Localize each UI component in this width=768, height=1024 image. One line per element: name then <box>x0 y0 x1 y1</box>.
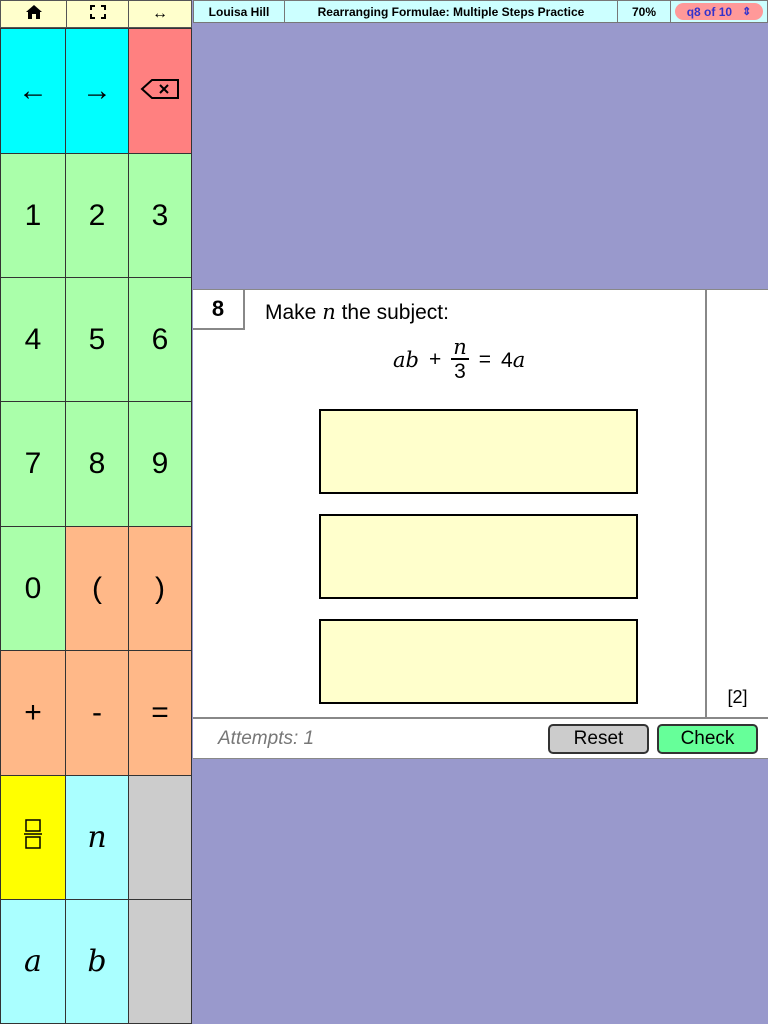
resize-arrows-icon: ↔ <box>152 5 168 22</box>
right-arrow-icon: → <box>82 74 112 107</box>
marks-column: [2] <box>705 290 768 718</box>
equation-lhs: ab <box>393 348 419 372</box>
key-9[interactable]: 9 <box>128 401 192 527</box>
key-5[interactable]: 5 <box>65 277 129 402</box>
student-name: Louisa Hill <box>193 0 285 23</box>
minus-key[interactable]: - <box>65 650 129 776</box>
question-selector[interactable]: q8 of 10 ⇕ <box>675 3 763 20</box>
answer-box-3[interactable] <box>319 619 638 704</box>
up-down-chevron-icon: ⇕ <box>742 6 752 18</box>
question-number: 8 <box>193 290 245 330</box>
backspace-key[interactable] <box>128 28 192 154</box>
rhs-variable: a <box>512 347 526 372</box>
fraction-key[interactable] <box>0 775 66 900</box>
plus-key[interactable]: + <box>0 650 66 776</box>
prompt-variable: n <box>322 300 336 324</box>
backspace-icon <box>140 74 180 108</box>
left-arrow-key[interactable]: ← <box>0 28 66 154</box>
left-arrow-icon: ← <box>18 74 48 107</box>
equation-equals: = <box>478 348 492 371</box>
right-arrow-key[interactable]: → <box>65 28 129 154</box>
equation-rhs: 4a <box>501 348 525 373</box>
key-6[interactable]: 6 <box>128 277 192 402</box>
answer-box-1[interactable] <box>319 409 638 494</box>
home-icon <box>25 4 43 25</box>
fraction-icon <box>24 817 42 859</box>
reset-button[interactable]: Reset <box>548 724 649 754</box>
question-selector-label: q8 of 10 <box>686 4 733 19</box>
equation-plus: + <box>428 348 442 371</box>
check-button[interactable]: Check <box>657 724 758 754</box>
variable-a-key[interactable]: a <box>0 899 66 1024</box>
question-panel: 8 Make n the subject: ab + n 3 = 4a [2] <box>193 289 768 719</box>
fullscreen-button[interactable] <box>66 0 129 28</box>
key-8[interactable]: 8 <box>65 401 129 527</box>
open-paren-key[interactable]: ( <box>65 526 129 651</box>
score-badge: 70% <box>617 0 671 23</box>
marks-label: [2] <box>727 687 748 707</box>
key-3[interactable]: 3 <box>128 153 192 278</box>
key-1[interactable]: 1 <box>0 153 66 278</box>
key-4[interactable]: 4 <box>0 277 66 402</box>
prompt-after: the subject: <box>341 301 449 324</box>
equation-fraction: n 3 <box>451 336 469 384</box>
resize-button[interactable]: ↔ <box>128 0 192 28</box>
fraction-denominator: 3 <box>454 360 466 383</box>
question-footer: Attempts: 1 Reset Check <box>193 719 768 759</box>
question-prompt: Make n the subject: <box>265 300 449 325</box>
home-button[interactable] <box>0 0 67 28</box>
variable-n-key[interactable]: n <box>65 775 129 900</box>
fraction-numerator: n <box>451 335 469 360</box>
activity-title: Rearranging Formulae: Multiple Steps Pra… <box>284 0 618 23</box>
prompt-before: Make <box>265 301 317 324</box>
key-0[interactable]: 0 <box>0 526 66 651</box>
fullscreen-icon <box>89 4 106 24</box>
answer-box-2[interactable] <box>319 514 638 599</box>
variable-b-key[interactable]: b <box>65 899 129 1024</box>
key-2[interactable]: 2 <box>65 153 129 278</box>
key-7[interactable]: 7 <box>0 401 66 527</box>
close-paren-key[interactable]: ) <box>128 526 192 651</box>
blank-key <box>128 775 192 900</box>
rhs-coefficient: 4 <box>501 348 513 372</box>
question-selector-wrap: q8 of 10 ⇕ <box>670 0 768 23</box>
equals-key[interactable]: = <box>128 650 192 776</box>
attempts-counter: Attempts: 1 <box>218 728 315 749</box>
blank-key <box>128 899 192 1024</box>
equation: ab + n 3 = 4a <box>393 336 525 384</box>
